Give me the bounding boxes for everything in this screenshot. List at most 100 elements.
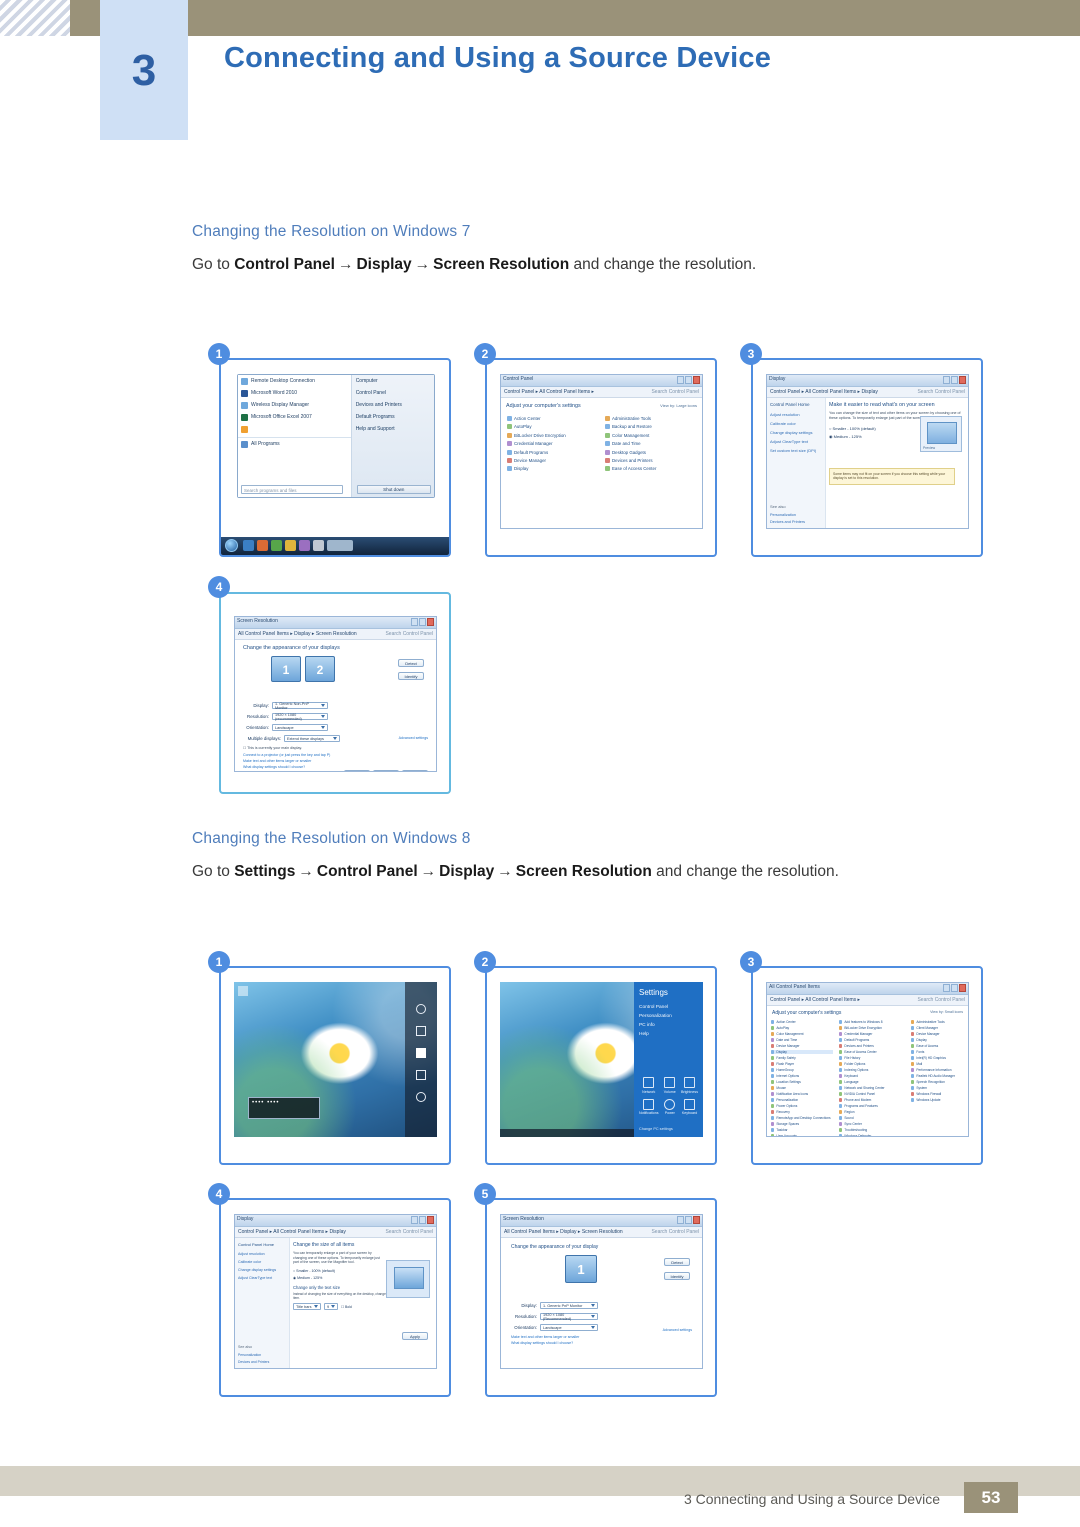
link-make-text-larger[interactable]: Make text and other items larger or smal… — [511, 1335, 692, 1339]
start-menu-item[interactable]: Microsoft Office Excel 2007 — [238, 411, 351, 423]
cp-item[interactable]: Personalization — [771, 1098, 833, 1102]
address-bar[interactable]: All Control Panel Items ▸ Display ▸ Scre… — [501, 1227, 702, 1238]
cp-item[interactable]: Credential Manager — [507, 441, 597, 447]
cp-item[interactable]: File History — [839, 1056, 905, 1060]
text-size-select[interactable]: 9 — [324, 1303, 338, 1311]
control-panel-search-input[interactable]: Search Control Panel — [917, 389, 965, 395]
main-display-checkbox[interactable]: ☐ This is currently your main display. — [243, 746, 428, 750]
settings-link-personalization[interactable]: Personalization — [639, 1014, 698, 1019]
close-icon[interactable] — [427, 1216, 434, 1224]
cp-item[interactable]: Add features to Windows 8 — [839, 1020, 905, 1024]
maximize-icon[interactable] — [951, 984, 958, 992]
cp-item[interactable]: Folder Options — [839, 1062, 905, 1066]
start-menu-all-programs[interactable]: All Programs — [238, 437, 351, 450]
cp-item[interactable]: Recovery — [771, 1110, 833, 1114]
control-panel-search-input[interactable]: Search Control Panel — [917, 997, 965, 1003]
sidebar-link-adjust-resolution[interactable]: Adjust resolution — [235, 1250, 289, 1258]
sidebar-link-adjust-cleartype[interactable]: Adjust ClearType text — [235, 1274, 289, 1282]
devices-icon[interactable] — [415, 1070, 426, 1080]
maximize-icon[interactable] — [419, 1216, 426, 1224]
cp-item[interactable]: RemoteApp and Desktop Connections — [771, 1116, 833, 1120]
orientation-select[interactable]: Landscape — [540, 1324, 598, 1331]
ok-button[interactable]: OK — [344, 770, 370, 771]
address-bar[interactable]: Control Panel ▸ All Control Panel Items … — [767, 387, 968, 398]
apply-button[interactable]: Apply — [402, 770, 428, 771]
cp-item[interactable]: Region — [839, 1110, 905, 1114]
cp-item[interactable]: Ease of Access — [911, 1044, 968, 1048]
link-connect-projector[interactable]: Connect to a projector (or just press th… — [243, 753, 428, 757]
cp-item[interactable]: Windows Defender — [839, 1134, 905, 1136]
sidebar-link-adjust-cleartype[interactable]: Adjust ClearType text — [767, 437, 825, 446]
cp-item[interactable]: System — [911, 1086, 968, 1090]
cp-item[interactable]: Action Center — [507, 416, 597, 421]
cp-item[interactable]: Indexing Options — [839, 1068, 905, 1072]
see-also-devices-printers[interactable]: Devices and Printers — [238, 1360, 269, 1364]
tile-brightness[interactable]: Brightness — [681, 1077, 698, 1094]
see-also-personalization[interactable]: Personalization — [770, 513, 796, 517]
cp-item[interactable]: Location Settings — [771, 1080, 833, 1084]
minimize-icon[interactable] — [411, 1216, 418, 1224]
maximize-icon[interactable] — [951, 376, 958, 384]
cp-item[interactable]: Color Management — [771, 1032, 833, 1036]
settings-icon[interactable] — [415, 1092, 426, 1102]
apply-button[interactable]: Apply — [666, 1368, 692, 1369]
cp-item[interactable]: Ease of Access Center — [605, 466, 700, 472]
identify-button[interactable]: Identify — [664, 1272, 690, 1280]
monitor-1-icon[interactable]: 1 — [565, 1255, 597, 1283]
cp-item[interactable]: Color Management — [605, 432, 700, 438]
cp-item[interactable]: Realtek HD Audio Manager — [911, 1074, 968, 1078]
maximize-icon[interactable] — [419, 618, 426, 626]
detect-button[interactable]: Detect — [398, 659, 424, 667]
view-by-selector[interactable]: View by: Small icons — [930, 1010, 963, 1014]
cp-item[interactable]: Display — [911, 1038, 968, 1042]
taskbar-icon-app3[interactable] — [299, 540, 310, 551]
settings-link-pc-info[interactable]: PC info — [639, 1023, 698, 1028]
control-panel-search-input[interactable]: Search Control Panel — [651, 389, 699, 395]
close-icon[interactable] — [959, 376, 966, 384]
start-menu-search-input[interactable]: Search programs and files — [241, 485, 343, 494]
apply-button[interactable]: Apply — [402, 1332, 428, 1341]
cp-item[interactable]: Default Programs — [839, 1038, 905, 1042]
settings-link-control-panel[interactable]: Control Panel — [639, 1005, 698, 1010]
control-panel-search-input[interactable]: Search Control Panel — [385, 631, 433, 637]
link-what-display-settings[interactable]: What display settings should I choose? — [243, 765, 428, 769]
minimize-icon[interactable] — [943, 984, 950, 992]
maximize-icon[interactable] — [685, 1216, 692, 1224]
tile-power[interactable]: Power — [662, 1098, 678, 1115]
change-pc-settings-link[interactable]: Change PC settings — [639, 1127, 673, 1131]
cancel-button[interactable]: Cancel — [637, 1368, 663, 1369]
cp-item[interactable]: Performance Information — [911, 1068, 968, 1072]
control-panel-search-input[interactable]: Search Control Panel — [385, 1229, 433, 1235]
cp-item[interactable]: Administrative Tools — [911, 1020, 968, 1024]
start-orb-icon[interactable] — [225, 539, 238, 552]
cp-item[interactable]: Troubleshooting — [839, 1128, 905, 1132]
cp-item[interactable]: Devices and Printers — [605, 457, 700, 463]
bold-checkbox[interactable]: ☐ Bold — [341, 1305, 352, 1309]
cp-item[interactable]: Internet Options — [771, 1074, 833, 1078]
start-icon[interactable] — [415, 1048, 426, 1058]
cp-item[interactable]: Phone and Modem — [839, 1098, 905, 1102]
cp-item[interactable]: Taskbar — [771, 1128, 833, 1132]
cp-item[interactable]: Family Safety — [771, 1056, 833, 1060]
start-menu-item[interactable] — [238, 423, 351, 435]
start-menu-link-computer[interactable]: Computer — [352, 375, 434, 387]
minimize-icon[interactable] — [677, 376, 684, 384]
sidebar-link-set-custom-dpi[interactable]: Set custom text size (DPI) — [767, 446, 825, 455]
cp-item[interactable]: AutoPlay — [507, 424, 597, 430]
cp-item[interactable]: Windows Update — [911, 1098, 968, 1102]
orientation-select[interactable]: Landscape — [272, 724, 328, 731]
sidebar-link-change-display-settings[interactable]: Change display settings — [235, 1266, 289, 1274]
cp-item[interactable]: Speech Recognition — [911, 1080, 968, 1084]
cp-item[interactable]: Intel(R) HD Graphics — [911, 1056, 968, 1060]
cp-item[interactable]: BitLocker Drive Encryption — [839, 1026, 905, 1030]
cp-item[interactable]: Device Manager — [911, 1032, 968, 1036]
taskbar-icon-app2[interactable] — [285, 540, 296, 551]
cp-item[interactable]: NVIDIA Control Panel — [839, 1092, 905, 1096]
settings-link-help[interactable]: Help — [639, 1032, 698, 1037]
cancel-button[interactable]: Cancel — [373, 770, 399, 771]
monitor-2-icon[interactable]: 2 — [305, 656, 335, 682]
address-bar[interactable]: Control Panel ▸ All Control Panel Items … — [767, 995, 968, 1006]
shutdown-button[interactable]: Shut down — [356, 485, 431, 494]
control-panel-search-input[interactable]: Search Control Panel — [651, 1229, 699, 1235]
cp-item[interactable]: Sync Center — [839, 1122, 905, 1126]
